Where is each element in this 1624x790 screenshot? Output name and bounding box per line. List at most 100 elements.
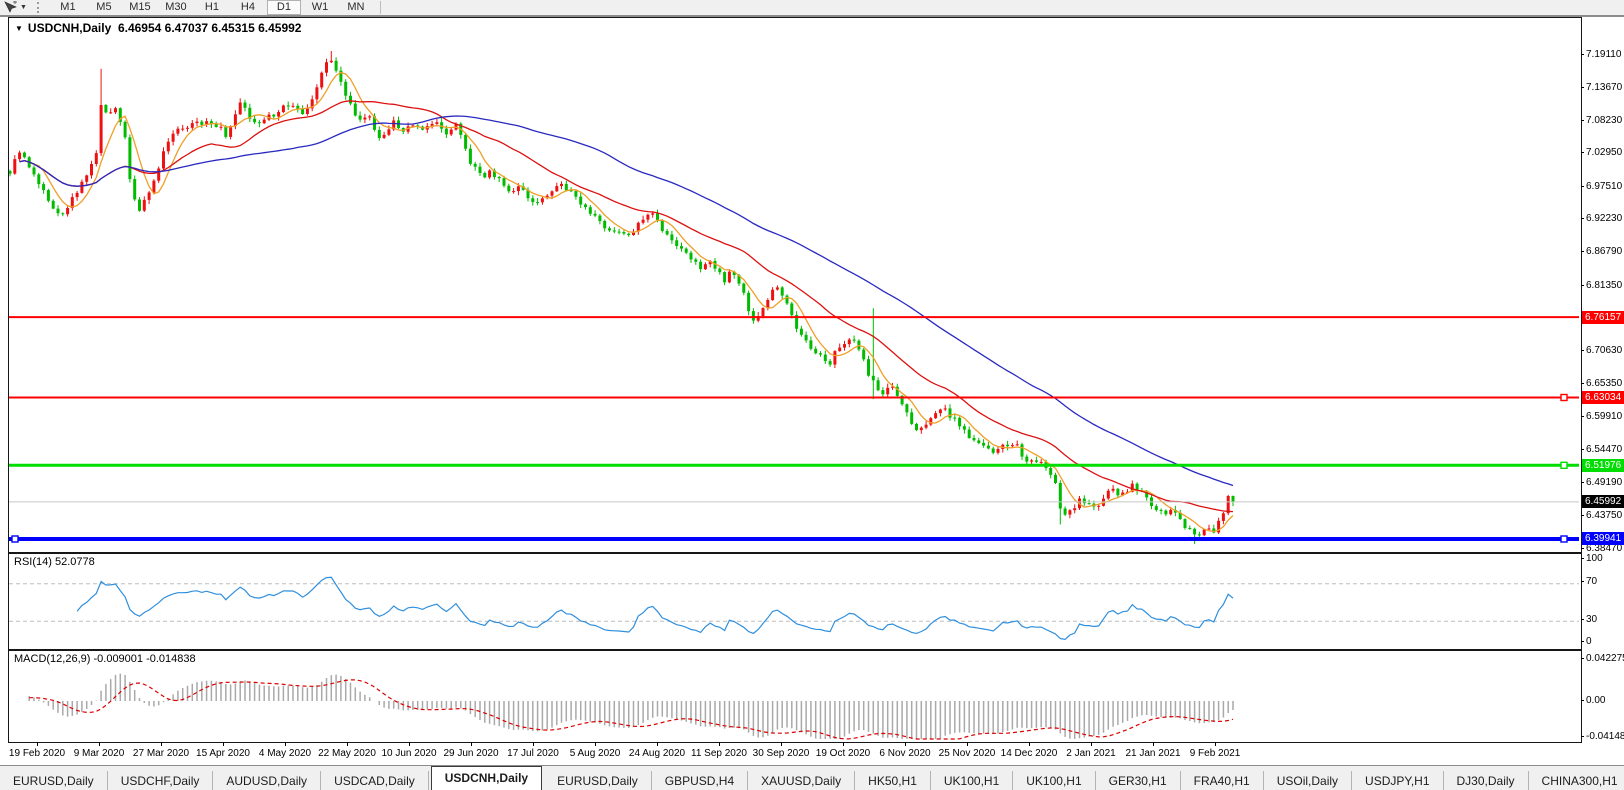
- date-label: 29 Jun 2020: [443, 748, 499, 759]
- date-tick: [1029, 742, 1030, 746]
- chart-title: ▼ USDCNH,Daily 6.46954 6.47037 6.45315 6.…: [15, 21, 301, 35]
- chart-tab-dj30-daily[interactable]: DJ30,Daily: [1444, 771, 1529, 790]
- period-button-m1[interactable]: M1: [51, 0, 85, 15]
- chart-title-caret-icon[interactable]: ▼: [15, 24, 23, 33]
- macd-label: MACD(12,26,9) -0.009001 -0.014838: [14, 653, 196, 665]
- price-tick-label: 6.97510: [1580, 180, 1623, 192]
- rsi-value: 52.0778: [54, 556, 95, 568]
- rsi-plot: [9, 576, 1579, 641]
- date-tick: [967, 742, 968, 746]
- chart-tab-usoil-daily[interactable]: USOil,Daily: [1264, 771, 1353, 790]
- period-button-mn[interactable]: MN: [339, 0, 373, 15]
- period-button-m5[interactable]: M5: [87, 0, 121, 15]
- mt4-window: ▼ M1 M5 M15 M30 H1 H4 D1 W1 MN ▼ USDCNH,Daily 6.4…: [0, 0, 1624, 790]
- date-tick: [223, 742, 224, 746]
- price-tick-label: 6.86790: [1580, 246, 1623, 258]
- date-tick: [37, 742, 38, 746]
- hline-price-box: 6.39941: [1582, 532, 1624, 546]
- date-tick: [781, 742, 782, 746]
- chart-tab-uk100-h1[interactable]: UK100,H1: [931, 771, 1014, 790]
- rsi-panel[interactable]: RSI(14) 52.0778: [9, 552, 1581, 649]
- date-label: 4 May 2020: [258, 748, 312, 759]
- hline-price-box: 6.51976: [1582, 458, 1624, 472]
- rsi-name: RSI(14): [14, 556, 52, 568]
- date-label: 11 Sep 2020: [691, 748, 747, 759]
- rsi-tick-label: 0: [1581, 635, 1592, 647]
- price-axis[interactable]: 7.19110 7.13670 7.08230 7.02950 6.97510 6.922…: [1580, 0, 1624, 742]
- date-label: 5 Aug 2020: [569, 748, 621, 759]
- date-label: 24 Aug 2020: [628, 748, 686, 759]
- macd-plot: [28, 673, 1234, 740]
- cursor-tool-caret-icon[interactable]: ▼: [20, 4, 27, 11]
- date-label: 19 Oct 2020: [815, 748, 871, 759]
- chart-tab-ger30-h1[interactable]: GER30,H1: [1096, 771, 1181, 790]
- price-tick-label: 7.19110: [1580, 48, 1622, 60]
- date-label: 27 Mar 2020: [132, 748, 190, 759]
- date-label: 15 Apr 2020: [196, 748, 250, 759]
- date-tick: [471, 742, 472, 746]
- chart-tab-audusd-daily[interactable]: AUDUSD,Daily: [213, 771, 322, 790]
- date-tick: [533, 742, 534, 746]
- period-buttons: M1 M5 M15 M30 H1 H4 D1 W1 MN: [50, 0, 374, 15]
- period-button-h4[interactable]: H4: [231, 0, 265, 15]
- date-tick: [1215, 742, 1216, 746]
- chart-tab-eurusd-daily[interactable]: EURUSD,Daily: [0, 771, 108, 790]
- price-tick-label: 6.54470: [1580, 444, 1623, 456]
- chart-symbol-label: USDCNH,Daily: [27, 21, 112, 35]
- date-label: 17 Jul 2020: [507, 748, 559, 759]
- date-axis[interactable]: 19 Feb 2020 9 Mar 2020 27 Mar 2020 15 Apr 2…: [0, 742, 1624, 764]
- crosshair-cursor-icon: [4, 1, 17, 13]
- macd-tick-label: 0.00: [1580, 694, 1606, 706]
- chart-tab-usdjpy-h1[interactable]: USDJPY,H1: [1352, 771, 1444, 790]
- date-label: 21 Jan 2021: [1125, 748, 1181, 759]
- date-tick: [161, 742, 162, 746]
- period-button-h1[interactable]: H1: [195, 0, 229, 15]
- price-tick-label: 6.70630: [1580, 345, 1623, 357]
- rsi-label: RSI(14) 52.0778: [14, 556, 95, 568]
- chart-tab-china300-h1[interactable]: CHINA300,H1: [1529, 771, 1624, 790]
- period-button-w1[interactable]: W1: [303, 0, 337, 15]
- price-tick-label: 6.81350: [1580, 279, 1623, 291]
- rsi-tick-label: 30: [1580, 613, 1598, 625]
- chart-tab-xauusd-daily[interactable]: XAUUSD,Daily: [748, 771, 856, 790]
- current-price-box: 6.45992: [1582, 495, 1624, 509]
- chart-tab-bar: EURUSD,Daily USDCHF,Daily AUDUSD,Daily USDC…: [0, 765, 1624, 790]
- macd-panel[interactable]: MACD(12,26,9) -0.009001 -0.014838: [9, 649, 1581, 741]
- date-label: 19 Feb 2020: [8, 748, 66, 759]
- chart-tab-uk100-h1[interactable]: UK100,H1: [1013, 771, 1096, 790]
- date-label: 2 Jan 2021: [1066, 748, 1116, 759]
- date-tick: [1091, 742, 1092, 746]
- price-tick-label: 6.59910: [1580, 411, 1623, 423]
- date-tick: [719, 742, 720, 746]
- toolbar-grip[interactable]: [36, 2, 42, 13]
- date-tick: [347, 742, 348, 746]
- period-button-d1[interactable]: D1: [266, 0, 301, 15]
- tabs-holder: EURUSD,Daily USDCHF,Daily AUDUSD,Daily USDC…: [0, 766, 1624, 790]
- macd-tick-label: -0.04148: [1580, 730, 1624, 742]
- chart-tab-usdcnh-daily[interactable]: USDCNH,Daily: [430, 766, 543, 790]
- date-tick: [99, 742, 100, 746]
- macd-tick-label: 0.042275: [1581, 652, 1624, 665]
- chart-tab-usdcad-daily[interactable]: USDCAD,Daily: [321, 771, 429, 790]
- date-tick: [595, 742, 596, 746]
- date-label: 9 Mar 2020: [73, 748, 125, 759]
- chart-tab-fra40-h1[interactable]: FRA40,H1: [1181, 771, 1264, 790]
- date-tick: [905, 742, 906, 746]
- date-label: 22 May 2020: [318, 748, 376, 759]
- chart-tab-eurusd-daily[interactable]: EURUSD,Daily: [544, 771, 652, 790]
- date-label: 25 Nov 2020: [938, 748, 996, 759]
- date-tick: [843, 742, 844, 746]
- price-tick-label: 6.43750: [1580, 510, 1623, 522]
- main-chart-panel[interactable]: ▼ USDCNH,Daily 6.46954 6.47037 6.45315 6.…: [9, 18, 1581, 552]
- macd-name: MACD(12,26,9): [14, 653, 91, 665]
- chart-tab-gbpusd-h4[interactable]: GBPUSD,H4: [652, 771, 749, 790]
- date-tick: [1153, 742, 1154, 746]
- period-button-m30[interactable]: M30: [159, 0, 193, 15]
- chart-tab-usdchf-daily[interactable]: USDCHF,Daily: [108, 771, 214, 790]
- period-button-m15[interactable]: M15: [123, 0, 157, 15]
- date-label: 6 Nov 2020: [879, 748, 931, 759]
- toolbar-separator: [379, 1, 381, 14]
- macd-main-value: -0.009001: [93, 653, 144, 665]
- cursor-tool-button[interactable]: ▼: [3, 1, 31, 14]
- chart-tab-hk50-h1[interactable]: HK50,H1: [855, 771, 931, 790]
